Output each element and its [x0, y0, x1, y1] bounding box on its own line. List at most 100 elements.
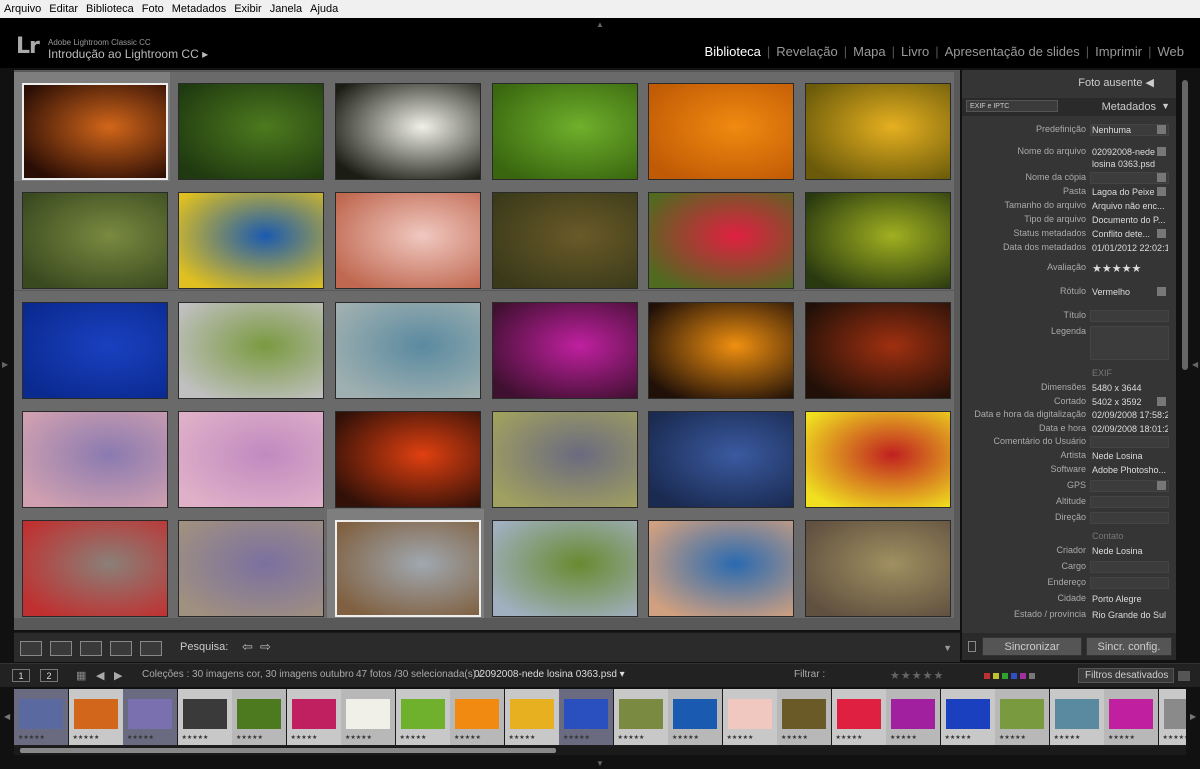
metadata-value[interactable]: Nede Losina	[1092, 451, 1168, 461]
grid-cell[interactable]	[797, 72, 954, 181]
menu-foto[interactable]: Foto	[142, 3, 164, 15]
action-arrow-icon[interactable]	[1157, 187, 1166, 196]
photo-thumbnail[interactable]	[648, 411, 794, 508]
filmstrip-thumbnail[interactable]: ★★★★★	[68, 689, 123, 745]
module-0[interactable]: Biblioteca	[699, 44, 767, 59]
menu-biblioteca[interactable]: Biblioteca	[86, 3, 134, 15]
menu-ajuda[interactable]: Ajuda	[310, 3, 338, 15]
grid-cell[interactable]	[484, 72, 641, 181]
filmstrip-photo[interactable]	[455, 699, 499, 729]
metadata-value[interactable]: Rio Grande do Sul	[1092, 610, 1168, 620]
filmstrip-photo[interactable]	[618, 699, 663, 729]
toolbar-menu-chevron-icon[interactable]: ▼	[943, 643, 952, 653]
photo-thumbnail[interactable]	[22, 83, 168, 180]
filmstrip-thumbnail[interactable]: ★★★★★	[504, 689, 559, 745]
filmstrip-scroll-right-icon[interactable]: ▶	[1190, 712, 1196, 721]
metadata-value-field[interactable]	[1090, 511, 1169, 524]
filmstrip-thumbnail[interactable]: ★★★★★	[14, 689, 68, 745]
filmstrip-photo[interactable]	[1054, 699, 1099, 729]
filmstrip-photo[interactable]	[727, 699, 772, 729]
action-arrow-icon[interactable]	[1157, 147, 1166, 156]
rating-stars[interactable]: ★★★★★	[1092, 262, 1168, 275]
metadata-value-field[interactable]	[1090, 495, 1169, 508]
metadata-preset-select[interactable]: EXIF e IPTC	[966, 100, 1058, 112]
filmstrip-photo[interactable]	[73, 699, 118, 729]
filmstrip-photo[interactable]	[564, 699, 608, 729]
menu-exibir[interactable]: Exibir	[234, 3, 262, 15]
caption-field[interactable]	[1090, 326, 1169, 360]
menu-editar[interactable]: Editar	[49, 3, 78, 15]
photo-thumbnail[interactable]	[492, 192, 638, 289]
grid-cell[interactable]	[14, 181, 171, 290]
action-arrow-icon[interactable]	[1157, 396, 1166, 406]
grid-cell[interactable]	[797, 509, 954, 618]
photo-thumbnail[interactable]	[178, 192, 324, 289]
sync-button[interactable]: Sincronizar	[982, 637, 1082, 656]
photo-thumbnail[interactable]	[648, 302, 794, 399]
module-5[interactable]: Imprimir	[1089, 44, 1148, 59]
module-1[interactable]: Revelação	[770, 44, 843, 59]
filmstrip-thumbnail[interactable]: ★★★★★	[995, 689, 1049, 745]
filmstrip-thumbnail[interactable]: ★★★★★	[395, 689, 450, 745]
filmstrip-thumbnail[interactable]: ★★★★★	[341, 689, 395, 745]
photo-thumbnail[interactable]	[335, 192, 481, 289]
filmstrip-thumbnail[interactable]: ★★★★★	[1049, 689, 1104, 745]
left-panel-toggle-icon[interactable]: ▶	[2, 360, 8, 369]
grid-cell[interactable]	[170, 509, 327, 618]
grid-cell[interactable]	[14, 72, 171, 181]
photo-thumbnail[interactable]	[805, 83, 951, 180]
action-arrow-icon[interactable]	[1157, 287, 1166, 296]
photo-thumbnail[interactable]	[492, 520, 638, 617]
filmstrip-photo[interactable]	[182, 699, 227, 729]
menu-metadados[interactable]: Metadados	[172, 3, 226, 15]
photo-thumbnail[interactable]	[805, 302, 951, 399]
grid-cell[interactable]	[327, 400, 484, 509]
grid-cell[interactable]	[484, 181, 641, 290]
filter-stars-icon[interactable]: ★★★★★	[890, 669, 944, 682]
people-view-icon[interactable]	[140, 641, 162, 656]
grid-view-icon[interactable]	[20, 641, 42, 656]
primary-window-button[interactable]: 1	[12, 669, 30, 682]
filmstrip-photo[interactable]	[128, 699, 172, 729]
module-6[interactable]: Web	[1152, 44, 1191, 59]
metadata-value-field[interactable]	[1090, 561, 1169, 574]
filmstrip-thumbnail[interactable]: ★★★★★	[177, 689, 232, 745]
forward-arrow-icon[interactable]: ▶	[114, 669, 122, 682]
grid-cell[interactable]	[640, 509, 797, 618]
filmstrip-photo[interactable]	[891, 699, 935, 729]
metadata-value-field[interactable]	[1090, 310, 1169, 322]
grid-cell[interactable]	[327, 72, 484, 181]
filmstrip-photo[interactable]	[1109, 699, 1153, 729]
filmstrip-photo[interactable]	[782, 699, 826, 729]
photo-thumbnail[interactable]	[22, 302, 168, 399]
secondary-window-button[interactable]: 2	[40, 669, 58, 682]
filmstrip-photo[interactable]	[836, 699, 881, 729]
grid-cell[interactable]	[170, 291, 327, 400]
photo-thumbnail[interactable]	[335, 302, 481, 399]
back-arrow-icon[interactable]: ◀	[96, 669, 104, 682]
filmstrip-photo[interactable]	[346, 699, 390, 729]
filmstrip-thumbnail[interactable]: ★★★★★	[886, 689, 940, 745]
filmstrip-photo[interactable]	[945, 699, 990, 729]
filmstrip-thumbnail[interactable]: ★★★★★	[722, 689, 777, 745]
photo-thumbnail[interactable]	[805, 192, 951, 289]
metadata-value[interactable]: 02/09/2008 18:01:28	[1092, 424, 1168, 434]
grid-cell[interactable]	[327, 181, 484, 290]
filmstrip-thumbnail[interactable]: ★★★★★	[940, 689, 995, 745]
histogram-header[interactable]: Foto ausente ◀	[962, 70, 1176, 94]
filmstrip-thumbnail[interactable]: ★★★★★	[1158, 689, 1186, 745]
filmstrip-thumbnail[interactable]: ★★★★★	[286, 689, 341, 745]
filmstrip-photo[interactable]	[291, 699, 336, 729]
bottom-panel-toggle-icon[interactable]: ▼	[596, 759, 604, 768]
photo-thumbnail[interactable]	[648, 520, 794, 617]
top-panel-toggle-icon[interactable]: ▲	[596, 20, 604, 29]
metadata-value[interactable]: Arquivo não enc...	[1092, 201, 1168, 211]
photo-thumbnail[interactable]	[648, 83, 794, 180]
metadata-value[interactable]: 01/01/2012 22:02:18	[1092, 243, 1168, 253]
photo-thumbnail[interactable]	[492, 83, 638, 180]
metadata-value-field[interactable]	[1090, 577, 1169, 590]
action-arrow-icon[interactable]	[1157, 173, 1166, 182]
grid-cell[interactable]	[14, 509, 171, 618]
grid-icon[interactable]: ▦	[76, 669, 86, 682]
filmstrip-thumbnail[interactable]: ★★★★★	[777, 689, 831, 745]
